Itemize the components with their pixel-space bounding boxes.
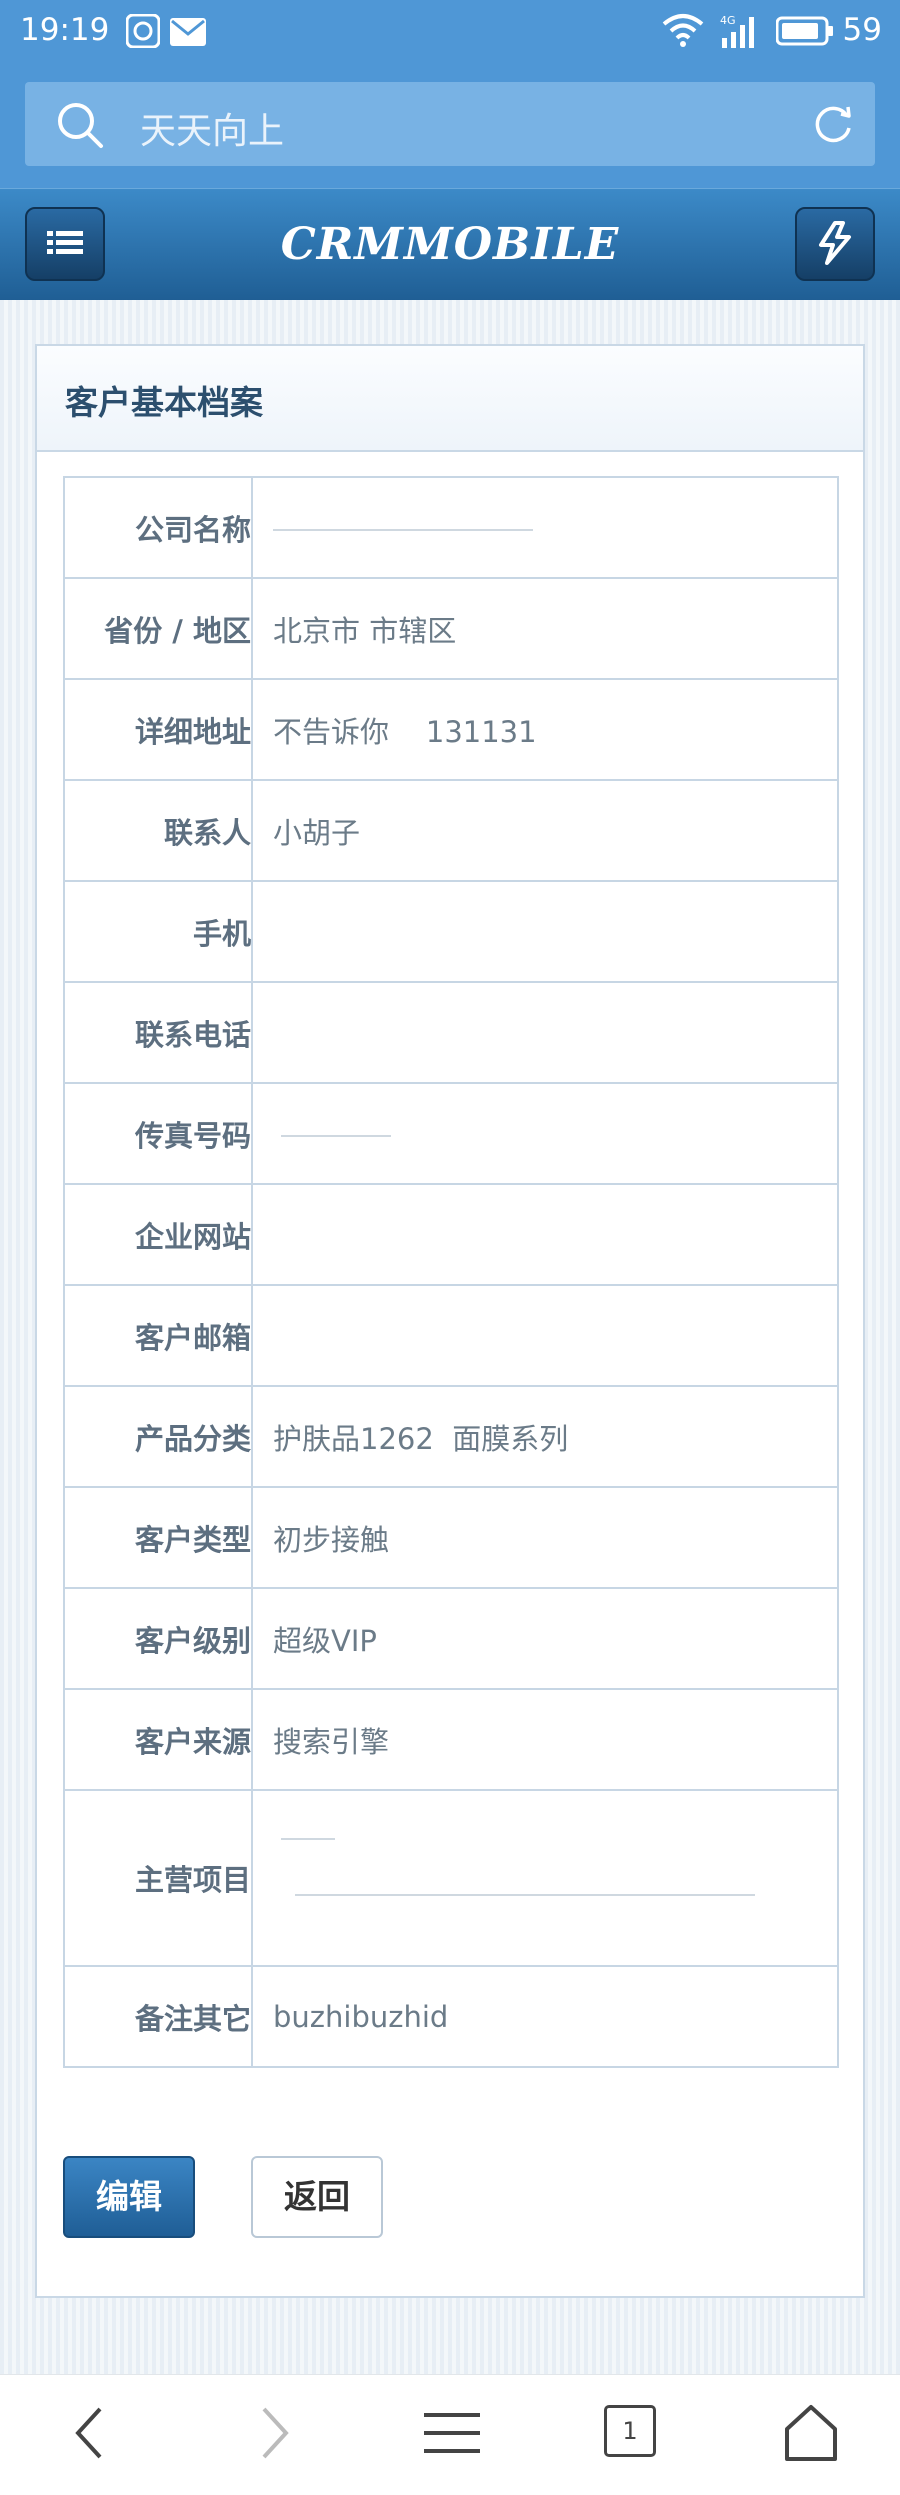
row-label: 省份 / 地区 (63, 577, 253, 680)
row-label: 联系电话 (63, 981, 253, 1084)
search-bar[interactable]: 天天向上 (25, 82, 875, 166)
back-arrow-icon[interactable] (70, 2403, 110, 2467)
row-value: 北京市 市辖区 (251, 577, 839, 680)
row-value: 小胡子 (251, 779, 839, 882)
row-value: 初步接触 (251, 1486, 839, 1589)
content-area: 客户基本档案 公司名称 省份 / 地区 北京市 市辖区 详细地址 不告诉你 13… (0, 300, 900, 2374)
app-header: CRMMOBILE (0, 188, 900, 301)
row-value (251, 880, 839, 983)
row-label: 客户类型 (63, 1486, 253, 1589)
redacted-value (295, 1894, 755, 1896)
row-label: 手机 (63, 880, 253, 983)
row-value (251, 1284, 839, 1387)
info-row-customer-type: 客户类型 初步接触 (63, 1486, 839, 1589)
row-value: 护肤品1262 面膜系列 (251, 1385, 839, 1488)
info-row-fax: 传真号码 (63, 1082, 839, 1185)
battery-level: 59 (842, 12, 882, 48)
customer-info-table: 公司名称 省份 / 地区 北京市 市辖区 详细地址 不告诉你 131131 联系… (63, 476, 839, 2068)
info-row-address: 详细地址 不告诉你 131131 (63, 678, 839, 781)
info-row-product-category: 产品分类 护肤品1262 面膜系列 (63, 1385, 839, 1488)
row-label: 公司名称 (63, 476, 253, 579)
redacted-block (273, 1828, 837, 1928)
info-row-remarks: 备注其它 buzhibuzhid (63, 1965, 839, 2068)
tabs-button[interactable]: 1 (604, 2405, 656, 2457)
info-row-company: 公司名称 (63, 476, 839, 579)
wifi-icon (662, 12, 704, 52)
row-value (251, 1082, 839, 1185)
search-text[interactable]: 天天向上 (140, 102, 284, 154)
row-value (251, 476, 839, 579)
home-icon[interactable] (782, 2403, 840, 2467)
signal-icon: 4G (718, 12, 760, 54)
info-row-email: 客户邮箱 (63, 1284, 839, 1387)
status-bar: 19:19 4G 59 (0, 0, 900, 66)
info-row-province: 省份 / 地区 北京市 市辖区 (63, 577, 839, 680)
info-row-customer-source: 客户来源 搜索引擎 (63, 1688, 839, 1791)
row-label: 企业网站 (63, 1183, 253, 1286)
row-value: 不告诉你 131131 (251, 678, 839, 781)
switch-button[interactable] (795, 207, 875, 281)
info-row-contact: 联系人 小胡子 (63, 779, 839, 882)
info-row-website: 企业网站 (63, 1183, 839, 1286)
row-label: 联系人 (63, 779, 253, 882)
info-row-main-business: 主营项目 (63, 1789, 839, 1967)
browser-nav-bar: 1 (0, 2374, 900, 2495)
redacted-value (273, 528, 533, 531)
row-value (251, 1789, 839, 1967)
panel-header: 客户基本档案 (37, 346, 863, 452)
row-label: 产品分类 (63, 1385, 253, 1488)
info-row-customer-level: 客户级别 超级VIP (63, 1587, 839, 1690)
row-label: 详细地址 (63, 678, 253, 781)
refresh-icon[interactable] (811, 102, 855, 150)
redacted-value (281, 1134, 391, 1137)
row-value (251, 981, 839, 1084)
row-value: 搜索引擎 (251, 1688, 839, 1791)
app-notification-icon (125, 13, 161, 52)
customer-profile-panel: 客户基本档案 公司名称 省份 / 地区 北京市 市辖区 详细地址 不告诉你 13… (35, 344, 865, 2298)
status-time: 19:19 (20, 12, 110, 48)
menu-icon[interactable] (422, 2403, 482, 2467)
battery-icon (775, 16, 834, 50)
row-label: 客户来源 (63, 1688, 253, 1791)
row-label: 传真号码 (63, 1082, 253, 1185)
row-label: 备注其它 (63, 1965, 253, 2068)
back-button[interactable]: 返回 (251, 2156, 383, 2238)
row-label: 主营项目 (63, 1789, 253, 1967)
mail-icon (170, 18, 206, 50)
row-label: 客户邮箱 (63, 1284, 253, 1387)
browser-search-area: 天天向上 (0, 66, 900, 188)
info-row-mobile: 手机 (63, 880, 839, 983)
row-value: buzhibuzhid (251, 1965, 839, 2068)
network-type: 4G (720, 14, 736, 27)
search-icon (55, 100, 105, 154)
app-title: CRMMOBILE (280, 219, 620, 270)
row-value: 超级VIP (251, 1587, 839, 1690)
edit-button[interactable]: 编辑 (63, 2156, 195, 2238)
row-value (251, 1183, 839, 1286)
transfer-icon (819, 221, 851, 265)
row-label: 客户级别 (63, 1587, 253, 1690)
panel-title: 客户基本档案 (65, 383, 263, 422)
forward-arrow-icon[interactable] (254, 2403, 294, 2467)
info-row-phone: 联系电话 (63, 981, 839, 1084)
redacted-value (281, 1838, 335, 1840)
